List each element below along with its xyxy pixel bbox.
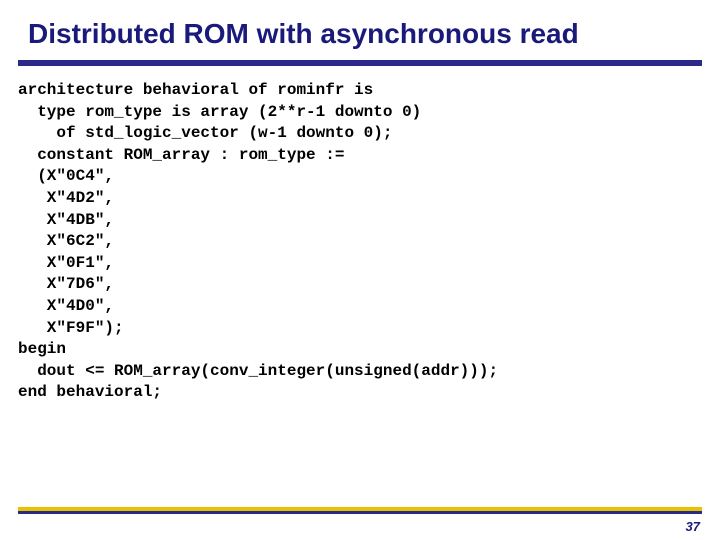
slide-title: Distributed ROM with asynchronous read: [0, 0, 720, 60]
code-line: of std_logic_vector (w-1 downto 0);: [18, 124, 392, 142]
code-line: X"F9F");: [18, 319, 124, 337]
page-number: 37: [686, 519, 700, 534]
footer-rule: [18, 507, 702, 514]
code-line: type rom_type is array (2**r-1 downto 0): [18, 103, 421, 121]
code-line: dout <= ROM_array(conv_integer(unsigned(…: [18, 362, 508, 380]
code-line: constant ROM_array : rom_type :=: [18, 146, 354, 164]
code-line: X"4DB",: [18, 211, 114, 229]
code-line: X"0F1",: [18, 254, 114, 272]
slide: Distributed ROM with asynchronous read a…: [0, 0, 720, 540]
code-line: X"4D0",: [18, 297, 114, 315]
code-line: begin: [18, 340, 66, 358]
code-line: X"6C2",: [18, 232, 114, 250]
code-line: X"4D2",: [18, 189, 114, 207]
code-line: architecture behavioral of rominfr is: [18, 81, 373, 99]
code-line: X"7D6",: [18, 275, 114, 293]
code-line: (X"0C4",: [18, 167, 114, 185]
code-block: architecture behavioral of rominfr is ty…: [0, 66, 720, 404]
code-line: end behavioral;: [18, 383, 162, 401]
